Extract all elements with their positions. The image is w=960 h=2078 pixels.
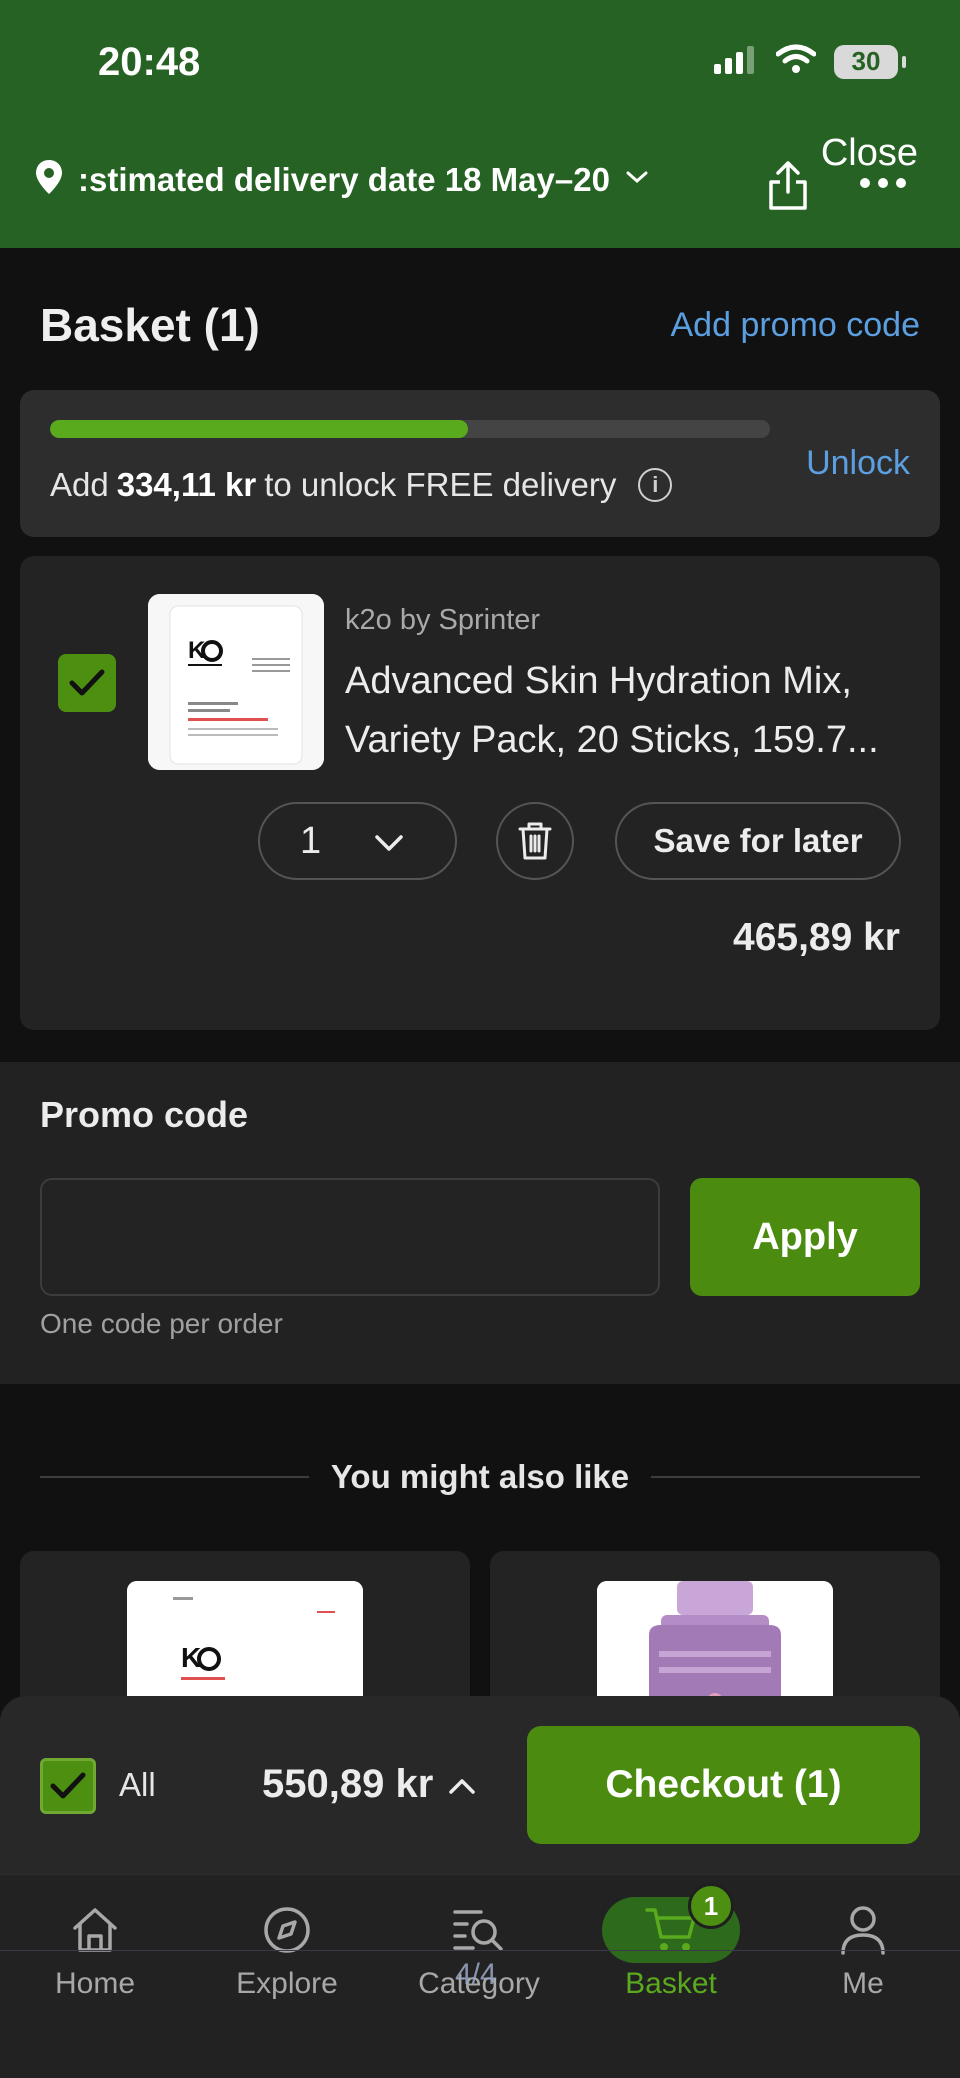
more-options-icon[interactable] [860,178,906,188]
basket-item-card: K k2o by Sprinter Advanced Skin Hydratio… [20,556,940,1030]
message-prefix: Add [50,466,109,503]
chevron-down-icon [624,168,650,191]
delivery-date-text: :stimated delivery date 18 May–20 [78,160,610,198]
quantity-value: 1 [300,819,322,862]
basket-count-badge: 1 [688,1883,734,1929]
checkout-button[interactable]: Checkout (1) [527,1726,920,1844]
recommended-product-image[interactable] [597,1581,833,1711]
chevron-down-icon [373,820,405,863]
promo-code-input[interactable] [40,1178,660,1296]
tab-home[interactable]: Home [0,1895,190,2001]
tab-explore[interactable]: Explore [192,1895,382,2001]
divider [40,1476,309,1478]
system-overlay-line [0,1950,960,1951]
product-image[interactable]: K [148,594,324,770]
home-icon [0,1895,190,1965]
save-for-later-button[interactable]: Save for later [615,802,901,880]
tab-label: Home [54,1967,136,2000]
tab-basket[interactable]: 1 Basket [576,1883,766,2001]
unlock-link[interactable]: Unlock [806,444,910,483]
product-title[interactable]: Advanced Skin Hydration Mix, Variety Pac… [345,652,925,770]
promo-code-hint: One code per order [40,1308,283,1339]
share-icon[interactable] [766,160,810,217]
add-promo-code-link[interactable]: Add promo code [671,306,921,345]
item-price: 465,89 kr [733,916,900,959]
signal-icon [712,44,758,79]
info-icon[interactable]: i [638,468,673,502]
category-search-icon [384,1895,574,1965]
close-button[interactable]: Close [821,132,918,175]
checkmark-icon [50,1772,86,1799]
wifi-icon [775,44,817,79]
checkout-bar: All 550,89 kr Checkout (1) [0,1696,960,1874]
page-indicator: 4/4 [455,1958,497,1991]
promo-code-heading: Promo code [40,1094,249,1135]
recommendations-title: You might also like [330,1458,630,1495]
select-all-checkbox[interactable] [40,1758,96,1814]
total-price: 550,89 kr [262,1762,434,1806]
product-brand[interactable]: k2o by Sprinter [345,604,540,637]
tab-label: Me [842,1967,884,2000]
delivery-date-selector[interactable]: :stimated delivery date 18 May–20 [34,158,650,201]
free-delivery-progress-bar [50,420,770,438]
trash-icon [518,822,552,860]
basket-tab-highlight: 1 [602,1883,740,1963]
person-icon [768,1895,958,1965]
free-delivery-message: Add 334,11 kr to unlock FREE delivery i [50,466,673,504]
divider [651,1476,920,1478]
free-delivery-card: Add 334,11 kr to unlock FREE delivery i … [20,390,940,537]
message-suffix: to unlock FREE delivery [264,466,617,503]
page-title: Basket (1) [40,299,260,351]
quantity-selector[interactable]: 1 [258,802,457,880]
tab-me[interactable]: Me [768,1895,958,2001]
location-pin-icon [34,158,64,201]
promo-code-section: Promo code Apply One code per order [0,1062,960,1384]
total-price-toggle[interactable]: 550,89 kr [262,1762,477,1807]
tab-label: Explore [236,1967,338,2000]
remaining-amount: 334,11 kr [116,466,257,503]
progress-fill [50,420,468,438]
basket-tab-icon-wrap: 1 [576,1883,766,1965]
recommended-product-image[interactable]: K [127,1581,363,1711]
delete-item-button[interactable] [496,802,574,880]
status-time: 20:48 [98,40,201,84]
recommended-product-card[interactable] [490,1551,940,1711]
recommended-product-card[interactable]: K [20,1551,470,1711]
recommendations-header: You might also like [40,1458,920,1496]
checkmark-icon [69,669,105,696]
battery-indicator: 30 [834,44,906,79]
header-bar: 20:48 30 :stimated delivery date 18 May–… [0,0,960,248]
tab-label: Basket [625,1967,717,2000]
select-all-label: All [119,1766,156,1803]
item-select-checkbox[interactable] [58,654,116,712]
compass-icon [192,1895,382,1965]
apply-promo-button[interactable]: Apply [690,1178,920,1296]
chevron-up-icon [447,1762,477,1807]
status-icons: 30 [712,44,906,79]
